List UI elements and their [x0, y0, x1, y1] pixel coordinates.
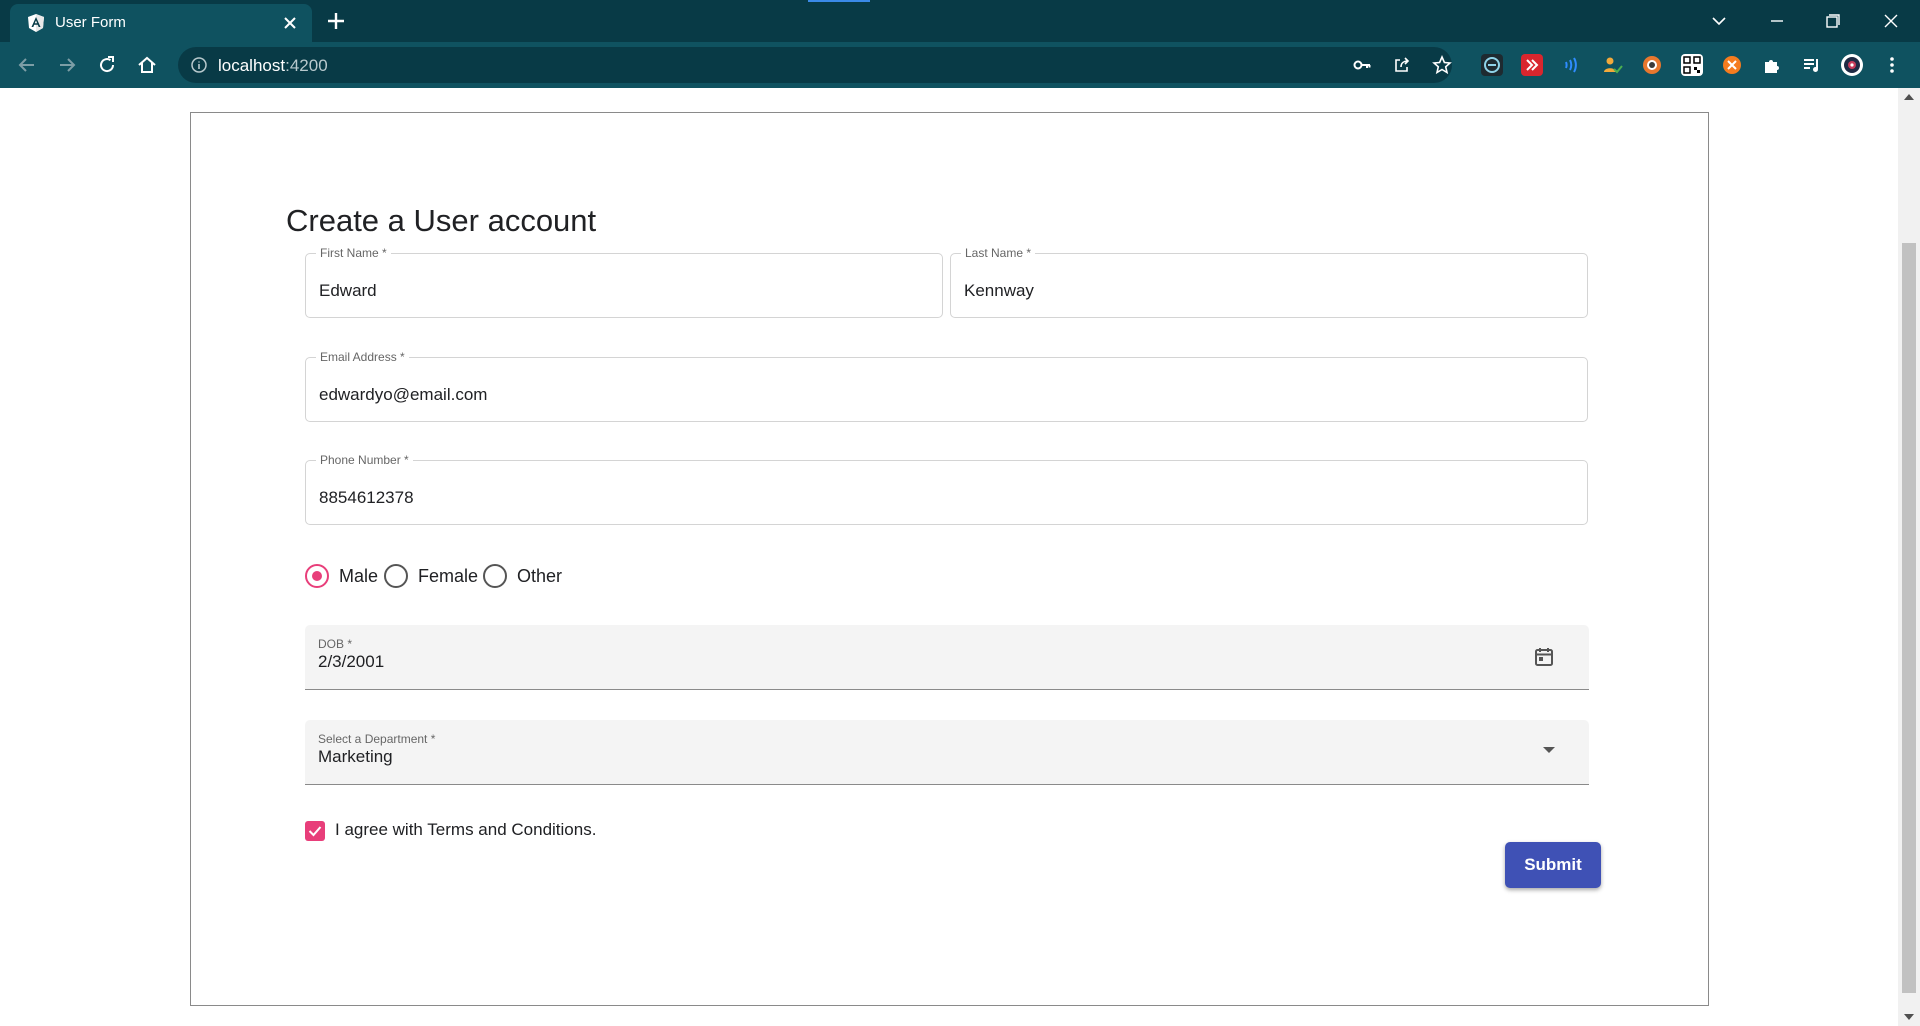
last-name-label: Last Name *	[961, 246, 1036, 260]
share-icon[interactable]	[1391, 54, 1413, 76]
key-icon[interactable]	[1351, 54, 1373, 76]
page-title: Create a User account	[286, 203, 597, 238]
url-port: :4200	[285, 56, 328, 75]
terms-checkbox[interactable]	[305, 821, 325, 841]
first-name-value[interactable]: Edward	[319, 281, 377, 301]
email-value[interactable]: edwardyo@email.com	[319, 385, 487, 405]
radio-male-label: Male	[339, 566, 379, 586]
radio-other-circle[interactable]	[483, 564, 507, 588]
tab-search-chevron-icon[interactable]	[1706, 8, 1732, 34]
extension-2-icon[interactable]	[1521, 54, 1543, 76]
form-card: Create a User account First Name * Edwar…	[190, 112, 1709, 1006]
scroll-thumb[interactable]	[1902, 243, 1916, 993]
email-label: Email Address *	[316, 350, 409, 364]
site-info-icon[interactable]	[190, 56, 208, 74]
home-icon[interactable]	[135, 53, 159, 77]
radio-male-circle[interactable]	[305, 564, 329, 588]
radio-other-label: Other	[517, 566, 563, 586]
page-scrollbar[interactable]	[1898, 88, 1920, 1026]
browser-tab-strip: User Form	[0, 0, 1920, 42]
close-window-icon[interactable]	[1878, 8, 1904, 34]
bookmark-star-icon[interactable]	[1431, 54, 1453, 76]
minimize-icon[interactable]	[1764, 8, 1790, 34]
browser-tab[interactable]: User Form	[10, 4, 312, 42]
radio-female-circle[interactable]	[384, 564, 408, 588]
extension-1-icon[interactable]	[1481, 54, 1503, 76]
media-playlist-icon[interactable]	[1801, 54, 1823, 76]
url-text: localhost:4200	[218, 56, 328, 76]
extension-3-icon[interactable]	[1561, 54, 1583, 76]
browser-toolbar: localhost:4200	[0, 42, 1920, 88]
extension-4-icon[interactable]	[1601, 54, 1623, 76]
phone-label: Phone Number *	[316, 453, 413, 467]
dob-field[interactable]: DOB * 2/3/2001	[305, 625, 1589, 690]
scroll-up-arrow-icon[interactable]	[1904, 94, 1914, 100]
loading-indicator	[808, 0, 870, 2]
department-label: Select a Department *	[318, 732, 436, 746]
angular-logo-icon	[26, 13, 46, 33]
dob-label: DOB *	[318, 637, 353, 651]
extension-7-icon[interactable]	[1721, 54, 1743, 76]
back-arrow-icon[interactable]	[15, 53, 39, 77]
phone-value[interactable]: 8854612378	[319, 488, 414, 508]
new-tab-icon[interactable]	[325, 10, 347, 32]
first-name-field[interactable]: First Name * Edward	[305, 246, 943, 318]
extensions-puzzle-icon[interactable]	[1761, 54, 1783, 76]
first-name-label: First Name *	[316, 246, 391, 260]
calendar-icon[interactable]	[1532, 645, 1556, 669]
terms-label: I agree with Terms and Conditions.	[335, 820, 597, 839]
dropdown-arrow-icon[interactable]	[1543, 747, 1555, 753]
tab-title: User Form	[55, 14, 126, 31]
restore-icon[interactable]	[1820, 8, 1846, 34]
department-select[interactable]: Select a Department * Marketing	[305, 720, 1589, 785]
extension-5-icon[interactable]	[1641, 54, 1663, 76]
profile-avatar-icon[interactable]	[1841, 54, 1863, 76]
close-tab-icon[interactable]	[280, 13, 300, 33]
radio-female-label: Female	[418, 566, 479, 586]
last-name-field[interactable]: Last Name * Kennway	[950, 246, 1588, 318]
phone-field[interactable]: Phone Number * 8854612378	[305, 453, 1588, 525]
email-field[interactable]: Email Address * edwardyo@email.com	[305, 350, 1588, 422]
dob-value[interactable]: 2/3/2001	[318, 652, 384, 672]
qr-code-icon[interactable]	[1681, 54, 1703, 76]
scroll-down-arrow-icon[interactable]	[1904, 1014, 1914, 1020]
radio-selected-dot	[312, 571, 322, 581]
department-value[interactable]: Marketing	[318, 747, 393, 767]
url-host: localhost	[218, 56, 286, 75]
forward-arrow-icon[interactable]	[55, 53, 79, 77]
submit-button[interactable]: Submit	[1505, 842, 1601, 888]
address-bar[interactable]: localhost:4200	[178, 47, 1452, 83]
last-name-value[interactable]: Kennway	[964, 281, 1034, 301]
more-menu-icon[interactable]	[1881, 54, 1903, 76]
reload-icon[interactable]	[95, 53, 119, 77]
page-viewport: Create a User account First Name * Edwar…	[0, 88, 1898, 1026]
